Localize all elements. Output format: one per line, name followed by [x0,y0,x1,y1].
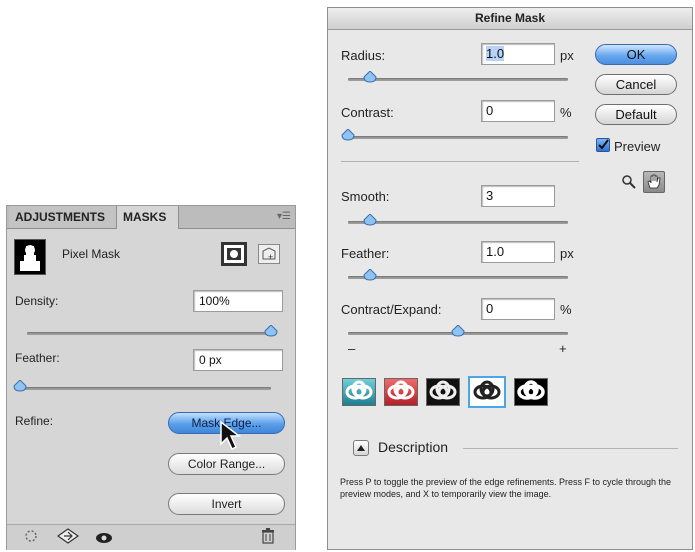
dialog-title: Refine Mask [328,8,692,30]
view-mode-on-layers-icon[interactable] [342,378,376,406]
dialog-feather-label: Feather: [341,246,390,261]
density-input[interactable]: 100% [193,290,283,312]
preview-checkbox[interactable] [596,138,610,152]
radius-label: Radius: [341,48,386,63]
view-mode-overlay-icon[interactable] [384,378,418,406]
density-label: Density: [15,294,59,308]
radius-input[interactable]: 1.0 [481,43,555,65]
zoom-tool-icon[interactable] [622,175,636,194]
plus-label: + [559,341,567,356]
feather-label: Feather: [15,351,60,365]
smooth-label: Smooth: [341,189,390,204]
description-text: Press P to toggle the preview of the edg… [340,477,672,499]
density-slider-track[interactable] [27,332,271,335]
contract-expand-unit: % [560,302,572,317]
panel-menu-icon[interactable]: ▾☰ [277,211,291,222]
hand-tool-icon[interactable] [643,171,665,193]
masks-panel: ADJUSTMENTS MASKS ▾☰ Pixel Mask + Densit… [6,205,296,550]
contrast-slider-track[interactable] [348,136,568,139]
tab-masks[interactable]: MASKS [117,206,179,229]
description-heading: Description [378,439,449,455]
mask-thumbnail-icon[interactable] [14,239,46,275]
invert-button[interactable]: Invert [168,493,285,515]
contract-expand-input[interactable]: 0 [481,298,555,320]
view-mode-black-white-icon[interactable] [514,378,548,406]
mouse-cursor-icon [219,420,245,457]
panel-tab-bar: ADJUSTMENTS MASKS ▾☰ [7,206,295,229]
dialog-feather-input[interactable]: 1.0 [481,241,555,263]
smooth-input[interactable]: 3 [481,185,555,207]
pixel-mask-label: Pixel Mask [62,247,121,261]
feather-input[interactable]: 0 px [193,349,283,371]
cancel-button[interactable]: Cancel [595,74,677,95]
preview-label: Preview [614,139,661,154]
radius-unit: px [560,48,574,63]
minus-label: – [348,341,356,356]
radius-slider-track[interactable] [348,78,568,81]
smooth-slider-track[interactable] [348,221,568,224]
contract-expand-label: Contract/Expand: [341,302,442,317]
panel-bottom-bar [7,524,295,550]
apply-mask-icon[interactable] [56,528,80,549]
pixel-mask-icon[interactable] [221,242,247,266]
radius-value: 1.0 [486,46,505,61]
feather-slider-track[interactable] [20,387,271,390]
vector-mask-icon[interactable]: + [258,244,280,264]
dialog-feather-unit: px [560,246,574,261]
view-mode-on-black-icon[interactable] [426,378,460,406]
eye-icon[interactable] [95,531,113,549]
description-toggle-icon[interactable] [353,440,369,456]
ok-button[interactable]: OK [595,44,677,65]
contrast-label: Contrast: [341,105,394,120]
tab-adjustments[interactable]: ADJUSTMENTS [9,206,117,228]
refine-mask-dialog: Refine Mask Radius: 1.0 px Contrast: 0 %… [327,7,693,550]
trash-icon[interactable] [261,528,275,549]
divider [341,161,579,162]
view-mode-on-white-icon[interactable] [468,376,506,408]
dialog-feather-slider-track[interactable] [348,276,568,279]
svg-text:+: + [268,252,273,262]
refine-label: Refine: [15,414,54,428]
description-divider [463,448,678,449]
load-selection-icon[interactable] [23,529,39,548]
contrast-input[interactable]: 0 [481,100,555,122]
default-button[interactable]: Default [595,104,677,125]
contrast-unit: % [560,105,572,120]
